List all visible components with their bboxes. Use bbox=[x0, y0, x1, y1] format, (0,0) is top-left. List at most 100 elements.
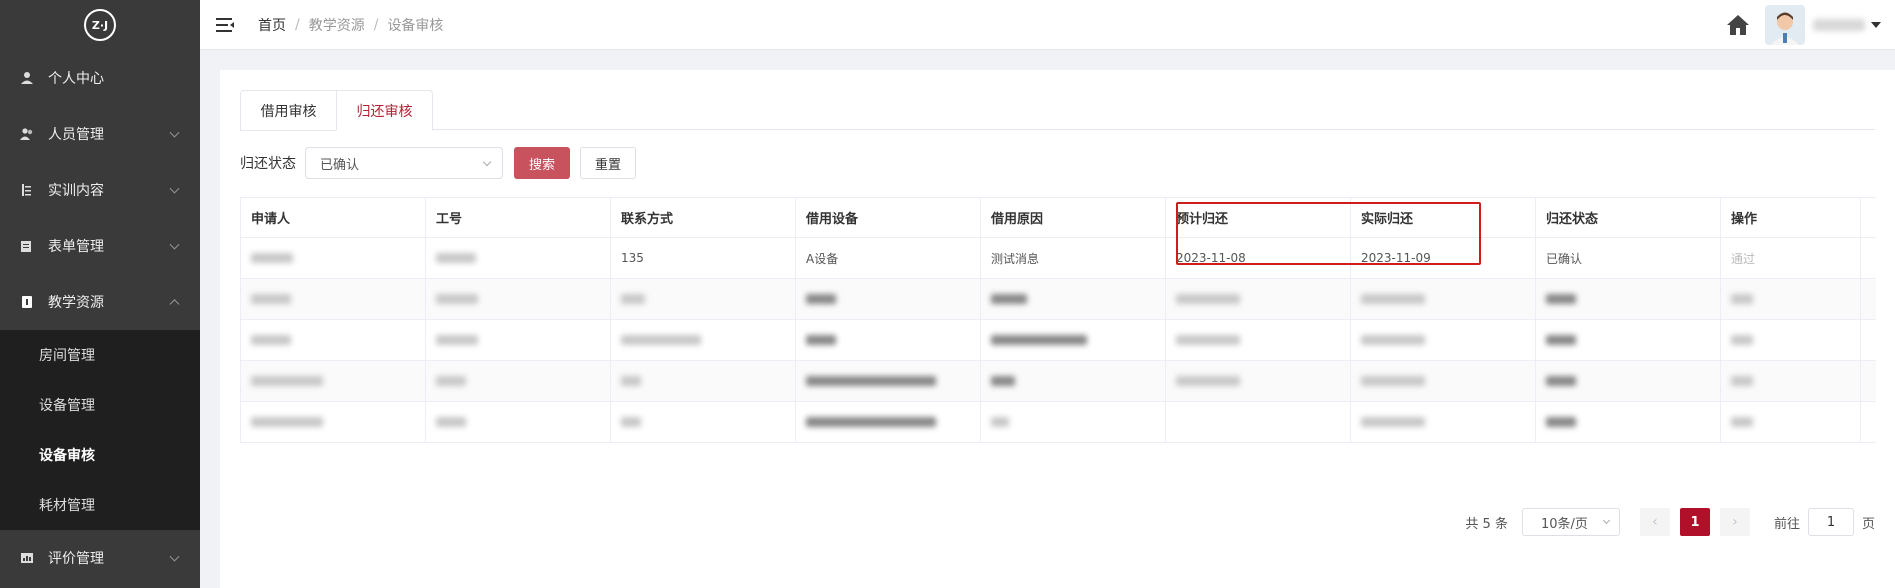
id-cell bbox=[425, 402, 610, 442]
sidebar-item-personal-center[interactable]: 个人中心 bbox=[0, 50, 200, 106]
breadcrumb-home[interactable]: 首页 bbox=[258, 15, 286, 35]
applicant-cell bbox=[240, 402, 425, 442]
chevron-down-icon bbox=[169, 183, 180, 194]
submenu-teaching-resources: 房间管理 设备管理 设备审核 耗材管理 bbox=[0, 330, 200, 530]
sidebar-item-device-review[interactable]: 设备审核 bbox=[0, 430, 200, 480]
approve-link[interactable]: 通过 bbox=[1731, 250, 1755, 267]
username-blurred bbox=[1813, 19, 1865, 31]
search-button[interactable]: 搜索 bbox=[514, 147, 570, 179]
sidebar: Z·J 个人中心 人员管理 实训内容 表单管理 教学资源 房间管理 设备管理 设… bbox=[0, 0, 200, 588]
reason-cell bbox=[980, 279, 1165, 319]
table-row bbox=[240, 320, 1876, 361]
return-status-value: 已确认 bbox=[320, 157, 360, 173]
contact-cell bbox=[610, 320, 795, 360]
breadcrumb-separator: / bbox=[373, 16, 379, 33]
tab-return-review[interactable]: 归还审核 bbox=[336, 90, 433, 131]
action-cell bbox=[1720, 361, 1861, 401]
goto-page: 前往 1 页 bbox=[1774, 508, 1875, 536]
applicant-cell bbox=[240, 279, 425, 319]
goto-suffix: 页 bbox=[1861, 516, 1875, 532]
chevron-left-icon: ‹ bbox=[1652, 514, 1658, 530]
action-cell bbox=[1720, 320, 1861, 360]
sidebar-item-teaching-resources[interactable]: 教学资源 bbox=[0, 274, 200, 330]
column-header: 工号 bbox=[425, 198, 610, 237]
column-header: 借用设备 bbox=[795, 198, 980, 237]
chevron-up-icon bbox=[169, 299, 180, 310]
page-number-current[interactable]: 1 bbox=[1679, 508, 1710, 536]
sidebar-item-label: 个人中心 bbox=[48, 71, 104, 87]
caret-down-icon[interactable] bbox=[1871, 22, 1881, 28]
next-page-button[interactable]: › bbox=[1719, 508, 1750, 536]
prev-page-button[interactable]: ‹ bbox=[1639, 508, 1670, 536]
sidebar-item-devices[interactable]: 设备管理 bbox=[0, 380, 200, 430]
device-cell bbox=[795, 361, 980, 401]
contact-cell bbox=[610, 279, 795, 319]
sidebar-item-label: 人员管理 bbox=[48, 127, 104, 143]
column-header: 归还状态 bbox=[1535, 198, 1720, 237]
actual-return-cell bbox=[1350, 320, 1535, 360]
page-size-select[interactable]: 10条/页 bbox=[1521, 508, 1620, 536]
action-cell bbox=[1720, 402, 1861, 442]
sidebar-item-label: 教学资源 bbox=[48, 295, 104, 311]
contact-cell bbox=[610, 361, 795, 401]
menu-toggle-icon[interactable] bbox=[216, 17, 234, 32]
applicant-cell bbox=[240, 361, 425, 401]
actual-return-cell bbox=[1350, 279, 1535, 319]
tab-borrow-review[interactable]: 借用审核 bbox=[240, 90, 337, 131]
breadcrumb-teaching-resources[interactable]: 教学资源 bbox=[309, 15, 365, 35]
status-cell bbox=[1535, 279, 1720, 319]
return-status-select[interactable]: 已确认 bbox=[305, 147, 503, 179]
column-header: 借用原因 bbox=[980, 198, 1165, 237]
column-header: 申请人 bbox=[240, 198, 425, 237]
column-header: 联系方式 bbox=[610, 198, 795, 237]
id-cell bbox=[425, 279, 610, 319]
pagination: 共 5 条 10条/页 ‹ 1 › 前往 1 页 bbox=[1465, 508, 1875, 536]
chevron-right-icon: › bbox=[1732, 514, 1738, 530]
avatar-image bbox=[1765, 5, 1805, 45]
sidebar-item-forms[interactable]: 表单管理 bbox=[0, 218, 200, 274]
goto-prefix: 前往 bbox=[1773, 516, 1800, 532]
applicant-cell bbox=[240, 320, 425, 360]
reason-cell bbox=[980, 320, 1165, 360]
breadcrumb-device-review: 设备审核 bbox=[387, 17, 444, 34]
chevron-down-icon bbox=[169, 239, 180, 250]
list-icon bbox=[22, 184, 31, 196]
avatar[interactable] bbox=[1765, 5, 1805, 45]
column-header: 操作 bbox=[1720, 198, 1861, 237]
home-icon[interactable] bbox=[1725, 12, 1751, 38]
chevron-down-icon bbox=[169, 127, 180, 138]
sidebar-item-rooms[interactable]: 房间管理 bbox=[0, 330, 200, 380]
filter-bar: 归还状态 已确认 搜索 重置 bbox=[240, 147, 636, 179]
sidebar-item-label: 表单管理 bbox=[48, 239, 104, 255]
header-user-area bbox=[1725, 0, 1881, 50]
sidebar-item-evaluation[interactable]: 评价管理 bbox=[0, 530, 200, 586]
breadcrumb-separator: / bbox=[295, 16, 300, 33]
total-count: 共 5 条 bbox=[1465, 516, 1508, 532]
table-row bbox=[240, 402, 1876, 443]
table-row: 135 A设备 测试消息 2023-11-08 2023-11-09 已确认 通… bbox=[240, 238, 1876, 279]
sidebar-item-training[interactable]: 实训内容 bbox=[0, 162, 200, 218]
sidebar-item-consumables[interactable]: 耗材管理 bbox=[0, 480, 200, 530]
tab-bar: 借用审核 归还审核 bbox=[240, 90, 1875, 131]
table-row bbox=[240, 361, 1876, 402]
users-icon bbox=[20, 128, 33, 140]
device-cell bbox=[795, 402, 980, 442]
reason-cell: 测试消息 bbox=[980, 238, 1165, 278]
main-content: 借用审核 归还审核 归还状态 已确认 搜索 重置 申请人 工号 联系方式 借用设… bbox=[220, 70, 1895, 588]
top-header: 首页 / 教学资源 / 设备审核 bbox=[200, 0, 1895, 50]
id-cell bbox=[425, 320, 610, 360]
reset-button[interactable]: 重置 bbox=[580, 147, 636, 179]
expected-return-cell bbox=[1165, 279, 1350, 319]
goto-page-input[interactable]: 1 bbox=[1807, 508, 1854, 536]
device-cell bbox=[795, 320, 980, 360]
status-cell bbox=[1535, 402, 1720, 442]
sidebar-item-personnel[interactable]: 人员管理 bbox=[0, 106, 200, 162]
device-cell: A设备 bbox=[795, 238, 980, 278]
actual-return-cell bbox=[1350, 402, 1535, 442]
table-header-row: 申请人 工号 联系方式 借用设备 借用原因 预计归还 实际归还 归还状态 操作 bbox=[240, 198, 1876, 238]
status-cell: 已确认 bbox=[1535, 238, 1720, 278]
logo[interactable]: Z·J bbox=[0, 0, 200, 50]
reason-cell bbox=[980, 402, 1165, 442]
logo-icon: Z·J bbox=[84, 9, 116, 41]
column-header: 预计归还 bbox=[1165, 198, 1350, 237]
